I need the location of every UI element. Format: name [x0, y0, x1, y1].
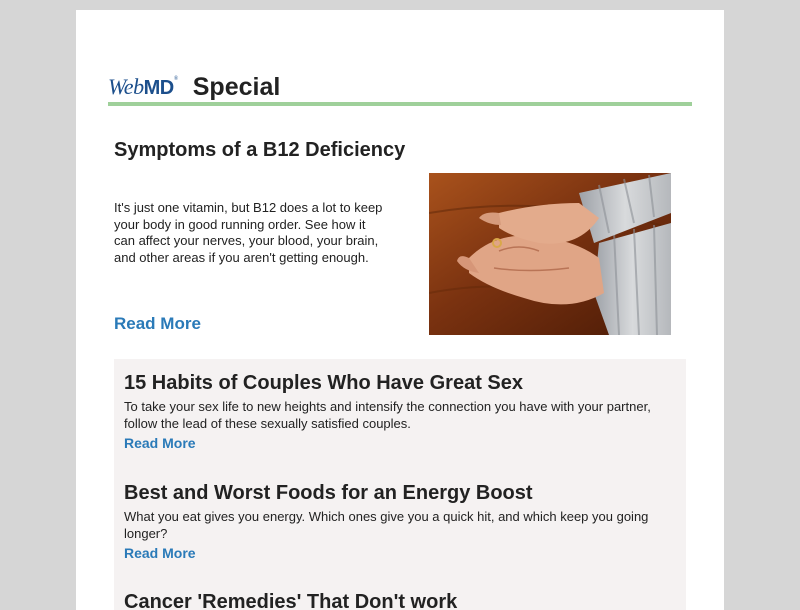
articles-panel: 15 Habits of Couples Who Have Great Sex …	[114, 359, 686, 610]
article-item: Best and Worst Foods for an Energy Boost…	[124, 481, 674, 563]
logo-web: Web	[108, 74, 144, 99]
article-read-more-link[interactable]: Read More	[124, 435, 196, 451]
article-text: To take your sex life to new heights and…	[124, 399, 651, 431]
feature-title[interactable]: Symptoms of a B12 Deficiency	[114, 139, 405, 162]
header-divider	[108, 102, 692, 106]
article-item: Cancer 'Remedies' That Don't work	[124, 590, 674, 610]
logo-registered-mark: ®	[173, 76, 179, 82]
article-title[interactable]: Best and Worst Foods for an Energy Boost	[124, 481, 674, 505]
article-title[interactable]: Cancer 'Remedies' That Don't work	[124, 590, 674, 610]
logo-md: MD	[143, 77, 175, 99]
email-card: WebMD® Special Symptoms of a B12 Deficie…	[76, 10, 724, 610]
feature-read-more-link[interactable]: Read More	[114, 314, 201, 334]
feature-image[interactable]	[429, 173, 671, 335]
article-text: What you eat gives you energy. Which one…	[124, 509, 649, 541]
special-heading: Special	[192, 73, 281, 101]
feature-text: It's just one vitamin, but B12 does a lo…	[114, 200, 383, 265]
header: WebMD® Special	[108, 62, 280, 102]
article-title[interactable]: 15 Habits of Couples Who Have Great Sex	[124, 371, 674, 395]
article-item: 15 Habits of Couples Who Have Great Sex …	[124, 371, 674, 453]
article-read-more-link[interactable]: Read More	[124, 545, 196, 561]
webmd-logo[interactable]: WebMD®	[108, 76, 178, 102]
